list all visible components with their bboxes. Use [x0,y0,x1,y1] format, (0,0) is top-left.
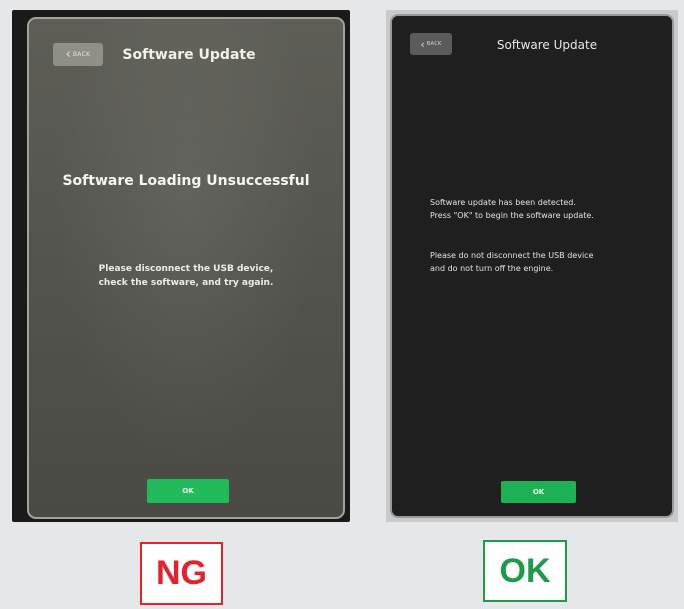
message-line: Software update has been detected. [430,198,576,207]
ok-label: OK [483,540,567,602]
warning-message: Please do not disconnect the USB device … [430,249,670,275]
back-label: BACK [72,51,91,58]
ok-button[interactable]: OK [147,479,229,503]
update-detected-message: Software update has been detected. Press… [430,196,670,222]
back-button[interactable]: ‹ BACK [53,43,103,66]
error-message-line: check the software, and try again. [98,278,274,288]
comparison-figure: ‹ BACK Software Update Software Loading … [0,0,684,609]
message-line: Press "OK" to begin the software update. [430,211,594,220]
message-line: Please do not disconnect the USB device [430,251,594,260]
message-line: and do not turn off the engine. [430,264,554,273]
ng-label: NG [140,542,223,605]
back-button[interactable]: ‹ BACK [410,33,452,55]
ok-button[interactable]: OK [501,481,576,503]
back-label: BACK [426,41,442,47]
chevron-left-icon: ‹ [420,37,425,51]
error-heading: Software Loading Unsuccessful [62,173,310,189]
ok-screen: ‹ BACK Software Update Software update h… [390,14,674,518]
ng-screen: ‹ BACK Software Update Software Loading … [27,17,345,519]
ng-photo: ‹ BACK Software Update Software Loading … [12,10,350,522]
error-message: Please disconnect the USB device, check … [29,262,343,290]
ok-screenshot: ‹ BACK Software Update Software update h… [386,10,678,522]
chevron-left-icon: ‹ [65,47,71,62]
screen-title: Software Update [122,47,256,63]
screen-title: Software Update [496,38,598,52]
error-message-line: Please disconnect the USB device, [98,264,274,274]
